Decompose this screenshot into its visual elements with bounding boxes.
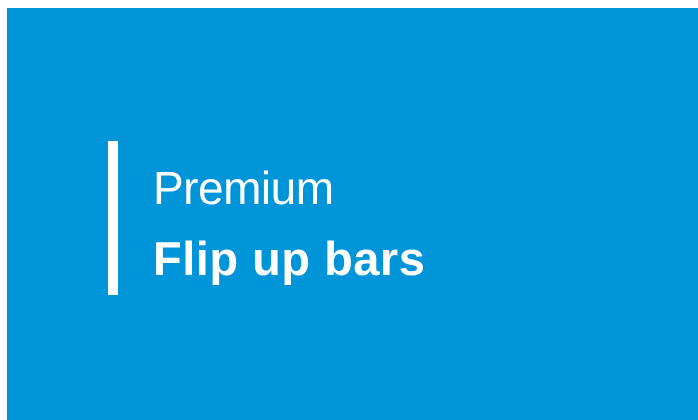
banner-canvas: Premium Flip up bars (0, 0, 698, 420)
banner-title: Flip up bars (153, 232, 426, 285)
vertical-accent-bar (108, 141, 118, 295)
blue-banner-panel: Premium Flip up bars (7, 8, 698, 420)
banner-subtitle: Premium (153, 162, 334, 214)
